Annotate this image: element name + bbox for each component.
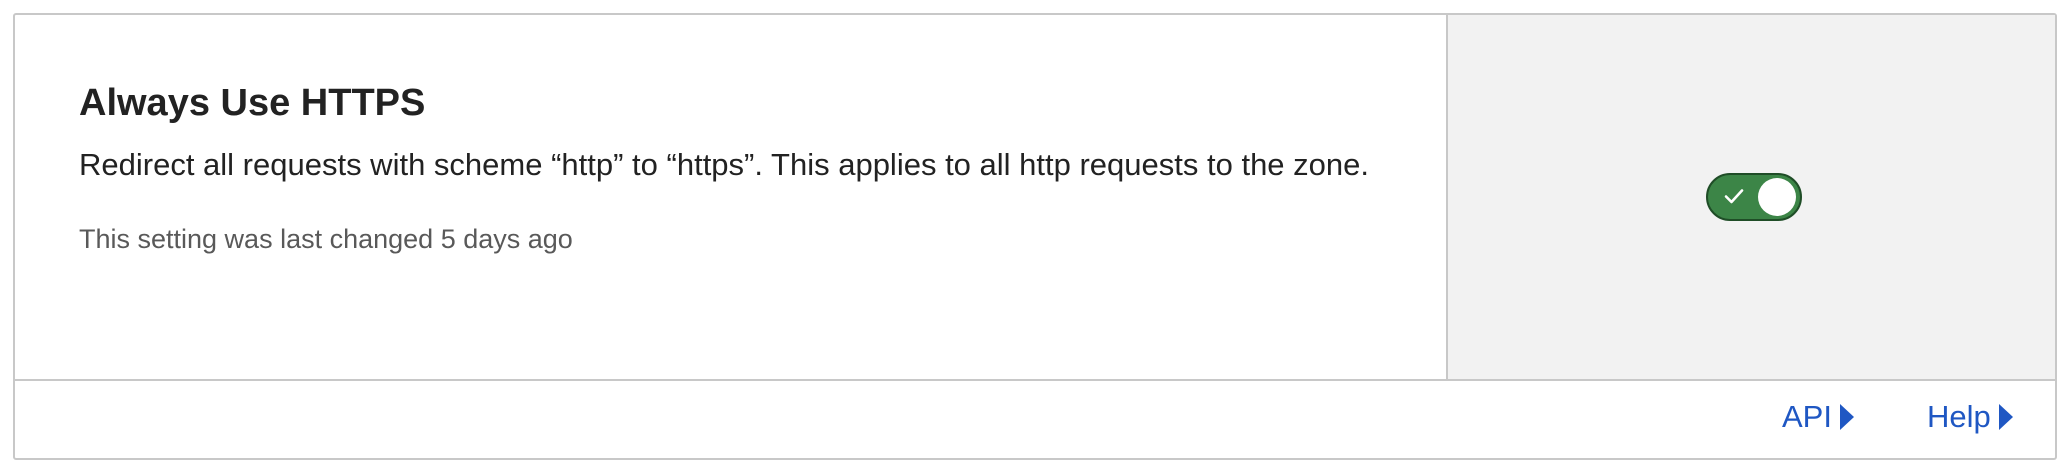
toggle-knob [1758,178,1796,216]
setting-card: Always Use HTTPS Redirect all requests w… [13,13,2057,460]
last-changed-text: This setting was last changed 5 days ago [79,224,573,254]
api-link[interactable]: API [1782,399,1854,435]
setting-content: Always Use HTTPS Redirect all requests w… [15,15,1446,379]
help-link-label: Help [1927,399,1991,434]
caret-right-icon [1839,404,1854,430]
setting-card-footer: API Help [15,377,2055,458]
setting-description: Redirect all requests with scheme “http”… [79,147,1369,182]
api-link-label: API [1782,399,1832,434]
help-link[interactable]: Help [1927,399,2013,435]
always-use-https-toggle[interactable] [1706,173,1802,221]
setting-title: Always Use HTTPS [79,82,426,124]
check-icon [1724,189,1744,204]
control-pane [1446,15,2055,379]
caret-right-icon [1998,404,2013,430]
setting-card-body: Always Use HTTPS Redirect all requests w… [15,15,2055,381]
